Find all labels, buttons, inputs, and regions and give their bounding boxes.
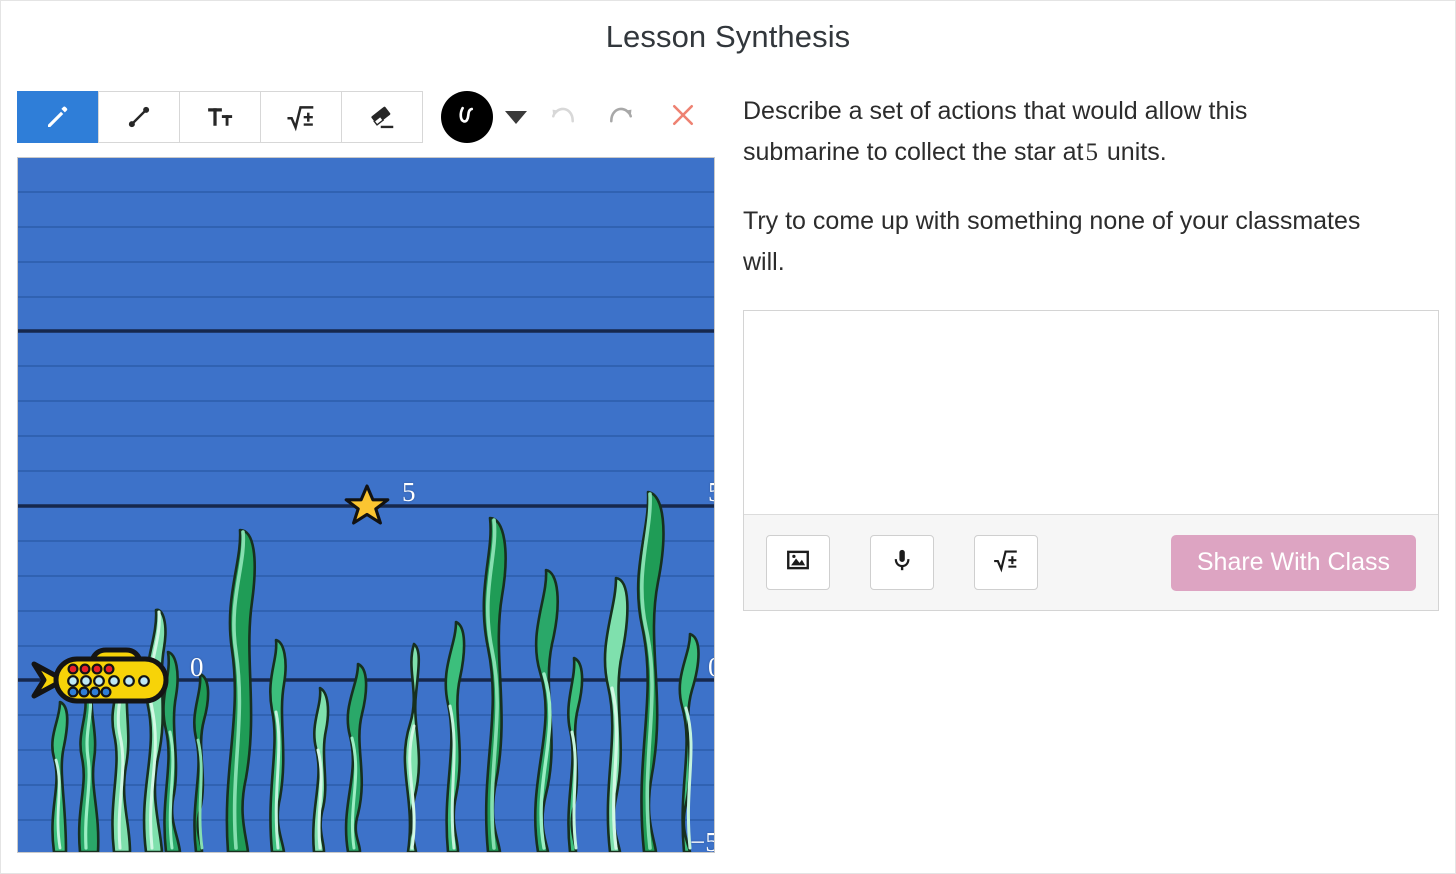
prompt-text-before: Describe a set of actions that would all… <box>743 97 1248 166</box>
question-panel: Describe a set of actions that would all… <box>743 91 1441 611</box>
line-icon <box>124 102 154 132</box>
prompt-math-value: 5 <box>1085 138 1098 166</box>
math-tool[interactable] <box>260 91 342 143</box>
text-tool[interactable] <box>179 91 261 143</box>
undo-button[interactable] <box>541 95 585 139</box>
eraser-icon <box>367 102 397 132</box>
attach-audio-button[interactable] <box>870 535 934 590</box>
canvas-scene <box>18 158 714 852</box>
chevron-down-icon[interactable] <box>505 110 527 124</box>
image-icon <box>785 547 811 578</box>
line-tool[interactable] <box>98 91 180 143</box>
share-with-class-button[interactable]: Share With Class <box>1170 534 1416 591</box>
prompt-paragraph-2: Try to come up with something none of yo… <box>743 207 1361 276</box>
redo-button[interactable] <box>599 95 643 139</box>
answer-actions-bar: Share With Class <box>744 514 1438 610</box>
eraser-tool[interactable] <box>341 91 423 143</box>
clear-canvas-button[interactable] <box>661 95 705 139</box>
answer-input[interactable] <box>744 311 1438 509</box>
drawing-canvas[interactable]: 5 5 0 0 −5 <box>17 157 715 853</box>
undo-icon <box>546 98 580 137</box>
attach-image-button[interactable] <box>766 535 830 590</box>
squiggle-icon <box>452 100 482 135</box>
pencil-tool[interactable] <box>17 91 99 143</box>
prompt-paragraph-1: Describe a set of actions that would all… <box>743 91 1368 173</box>
answer-card: Share With Class <box>743 310 1439 611</box>
attach-math-button[interactable] <box>974 535 1038 590</box>
pencil-icon <box>43 102 73 132</box>
text-icon <box>205 102 235 132</box>
prompt-text-after: units. <box>1106 137 1167 166</box>
math-icon <box>992 546 1020 579</box>
redo-icon <box>604 98 638 137</box>
drawing-toolbar <box>17 91 717 143</box>
microphone-icon <box>889 547 915 578</box>
drawing-panel: 5 5 0 0 −5 <box>17 91 717 853</box>
page-title: Lesson Synthesis <box>605 19 851 54</box>
stroke-style-swatch[interactable] <box>441 91 493 143</box>
math-icon <box>285 101 317 133</box>
close-x-icon <box>668 100 698 135</box>
